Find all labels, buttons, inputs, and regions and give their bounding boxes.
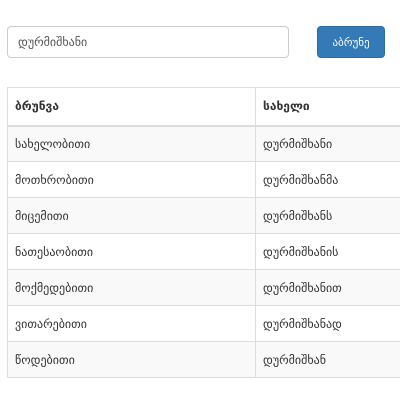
table-row: მოქმედებითი დურმიშხანით [7,269,400,306]
table-row: ვითარებითი დურმიშხანად [7,305,400,342]
table-row: სახელობითი დურმიშხანი [7,125,400,162]
conjugate-button[interactable]: აბრუნე [317,26,385,58]
case-cell: ნათესაობითი [7,233,256,270]
case-cell: ვითარებითი [7,305,256,342]
column-header-case: ბრუნვა [7,87,256,127]
case-cell: მოთხრობითი [7,161,256,198]
declension-table: ბრუნვა სახელი სახელობითი დურმიშხანი მოთხ… [7,87,400,378]
case-cell: სახელობითი [7,125,256,162]
page: აბრუნე ბრუნვა სახელი სახელობითი დურმიშხა… [0,0,400,400]
form-cell: დურმიშხანით [255,269,400,306]
form-cell: დურმიშხანმა [255,161,400,198]
form-cell: დურმიშხანად [255,305,400,342]
form-cell: დურმიშხანის [255,233,400,270]
table-row: მიცემითი დურმიშხანს [7,197,400,234]
declension-table-container: ბრუნვა სახელი სახელობითი დურმიშხანი მოთხ… [7,87,400,378]
table-row: ნათესაობითი დურმიშხანის [7,233,400,270]
form-cell: დურმიშხან [255,341,400,378]
form-cell: დურმიშხანი [255,125,400,162]
column-header-name: სახელი [255,87,400,127]
case-cell: მოქმედებითი [7,269,256,306]
case-cell: მიცემითი [7,197,256,234]
table-row: მოთხრობითი დურმიშხანმა [7,161,400,198]
table-row: წოდებითი დურმიშხან [7,341,400,378]
case-cell: წოდებითი [7,341,256,378]
search-input[interactable] [7,26,289,58]
form-cell: დურმიშხანს [255,197,400,234]
table-header-row: ბრუნვა სახელი [7,87,400,127]
